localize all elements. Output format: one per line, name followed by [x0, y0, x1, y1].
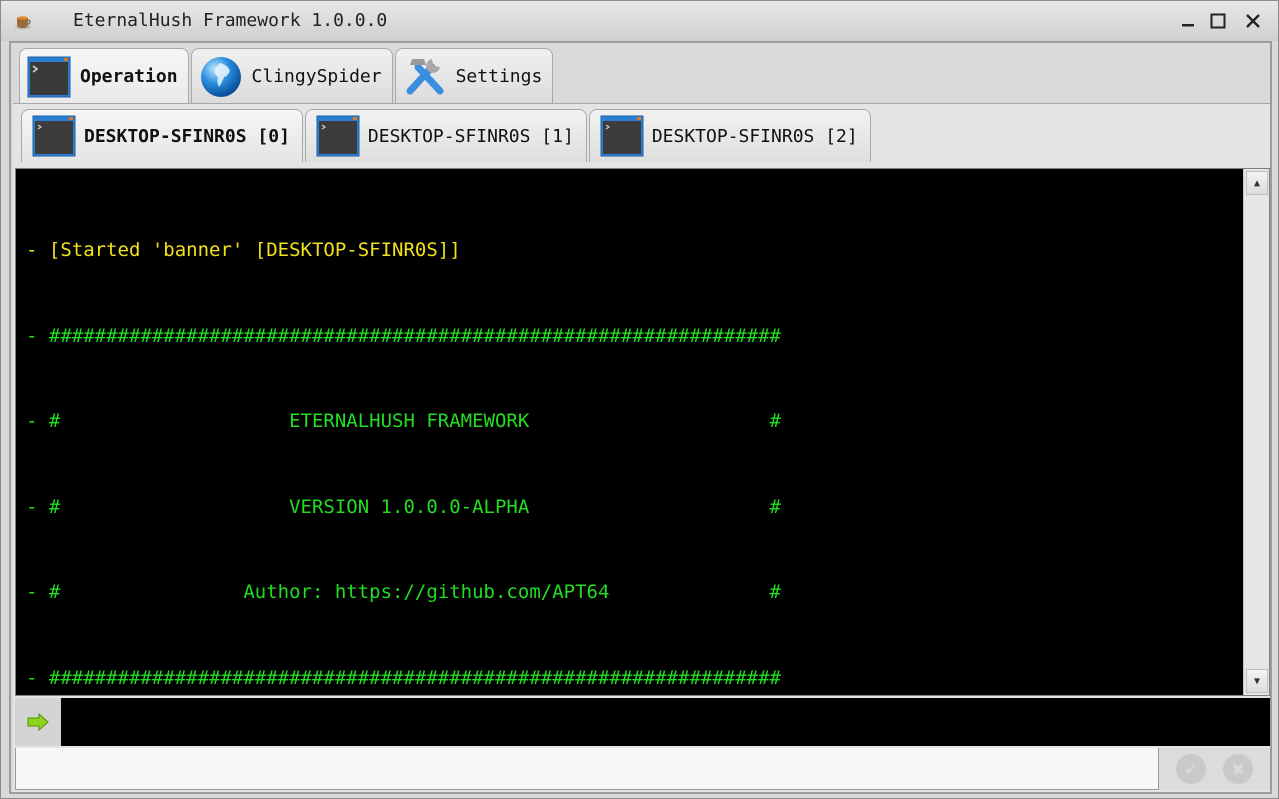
session-tab[interactable]: DESKTOP-SFINR0S [0]	[21, 109, 303, 162]
session-tab[interactable]: DESKTOP-SFINR0S [1]	[304, 109, 587, 162]
tab-label: Operation	[80, 66, 178, 87]
cancel-button[interactable]: ✖	[1223, 754, 1254, 784]
maximize-button[interactable]	[1206, 9, 1230, 33]
arrow-up-icon: ▲	[1253, 177, 1261, 189]
arrow-right-icon	[27, 713, 49, 731]
console-line: - # VERSION 1.0.0.0-ALPHA #	[26, 495, 781, 518]
status-row: ✔ ✖	[15, 748, 1270, 790]
tab-settings[interactable]: Settings	[394, 48, 554, 103]
console-line: - [Started 'banner' [DESKTOP-SFINR0S]]	[26, 239, 461, 261]
tab-operation[interactable]: Operation	[19, 48, 189, 104]
cross-icon: ✖	[1231, 759, 1245, 779]
console-line: - # Author: https://github.com/APT64 #	[26, 581, 781, 603]
session-tab-label: DESKTOP-SFINR0S [2]	[651, 125, 858, 147]
console-line: - # ETERNALHUSH FRAMEWORK #	[26, 410, 781, 432]
arrow-down-icon: ▼	[1253, 675, 1261, 687]
checkmark-icon: ✔	[1184, 759, 1198, 779]
tab-clingyspider[interactable]: ClingySpider	[190, 48, 393, 103]
minimize-button[interactable]	[1176, 9, 1200, 33]
console-output[interactable]: - [Started 'banner' [DESKTOP-SFINR0S]] -…	[15, 168, 1270, 696]
console-line: - ######################################…	[26, 324, 781, 347]
console-scrollbar[interactable]: ▲ ▼	[1243, 169, 1269, 695]
main-frame: Operation ClingySpider Settings DESKTOP-…	[9, 41, 1272, 794]
tools-icon	[406, 59, 444, 95]
globe-icon	[200, 57, 241, 97]
window-title: EternalHush Framework 1.0.0.0	[73, 10, 388, 31]
scroll-up-button[interactable]: ▲	[1246, 171, 1268, 195]
terminal-icon	[32, 115, 76, 157]
terminal-icon	[27, 56, 71, 97]
close-icon	[1246, 14, 1260, 28]
console-line: - ######################################…	[26, 666, 781, 689]
maximize-icon	[1210, 13, 1226, 29]
tab-label: ClingySpider	[251, 65, 382, 87]
confirm-button[interactable]: ✔	[1175, 754, 1206, 784]
close-button[interactable]	[1241, 9, 1265, 33]
command-input[interactable]	[61, 698, 1270, 746]
command-row	[15, 698, 1270, 746]
status-field	[15, 748, 1159, 790]
prompt-icon-box	[15, 698, 61, 746]
title-bar[interactable]: EternalHush Framework 1.0.0.0	[1, 1, 1278, 41]
tab-label: Settings	[455, 65, 543, 87]
console-text: - [Started 'banner' [DESKTOP-SFINR0S]] -…	[26, 179, 781, 749]
terminal-icon	[316, 115, 360, 157]
session-tab-label: DESKTOP-SFINR0S [0]	[84, 125, 290, 147]
session-tab-bar: DESKTOP-SFINR0S [0] DESKTOP-SFINR0S [1]	[21, 109, 873, 163]
coffee-cup-icon	[15, 16, 31, 30]
minimize-icon	[1182, 24, 1194, 27]
main-tab-bar: Operation ClingySpider Settings	[19, 48, 555, 104]
terminal-icon	[600, 115, 644, 157]
app-window: EternalHush Framework 1.0.0.0 Operation	[0, 0, 1279, 799]
session-tab-label: DESKTOP-SFINR0S [1]	[367, 125, 574, 147]
session-tab[interactable]: DESKTOP-SFINR0S [2]	[588, 109, 871, 162]
scroll-down-button[interactable]: ▼	[1246, 669, 1268, 693]
operation-panel: DESKTOP-SFINR0S [0] DESKTOP-SFINR0S [1]	[13, 103, 1270, 792]
status-buttons: ✔ ✖	[1159, 748, 1270, 790]
